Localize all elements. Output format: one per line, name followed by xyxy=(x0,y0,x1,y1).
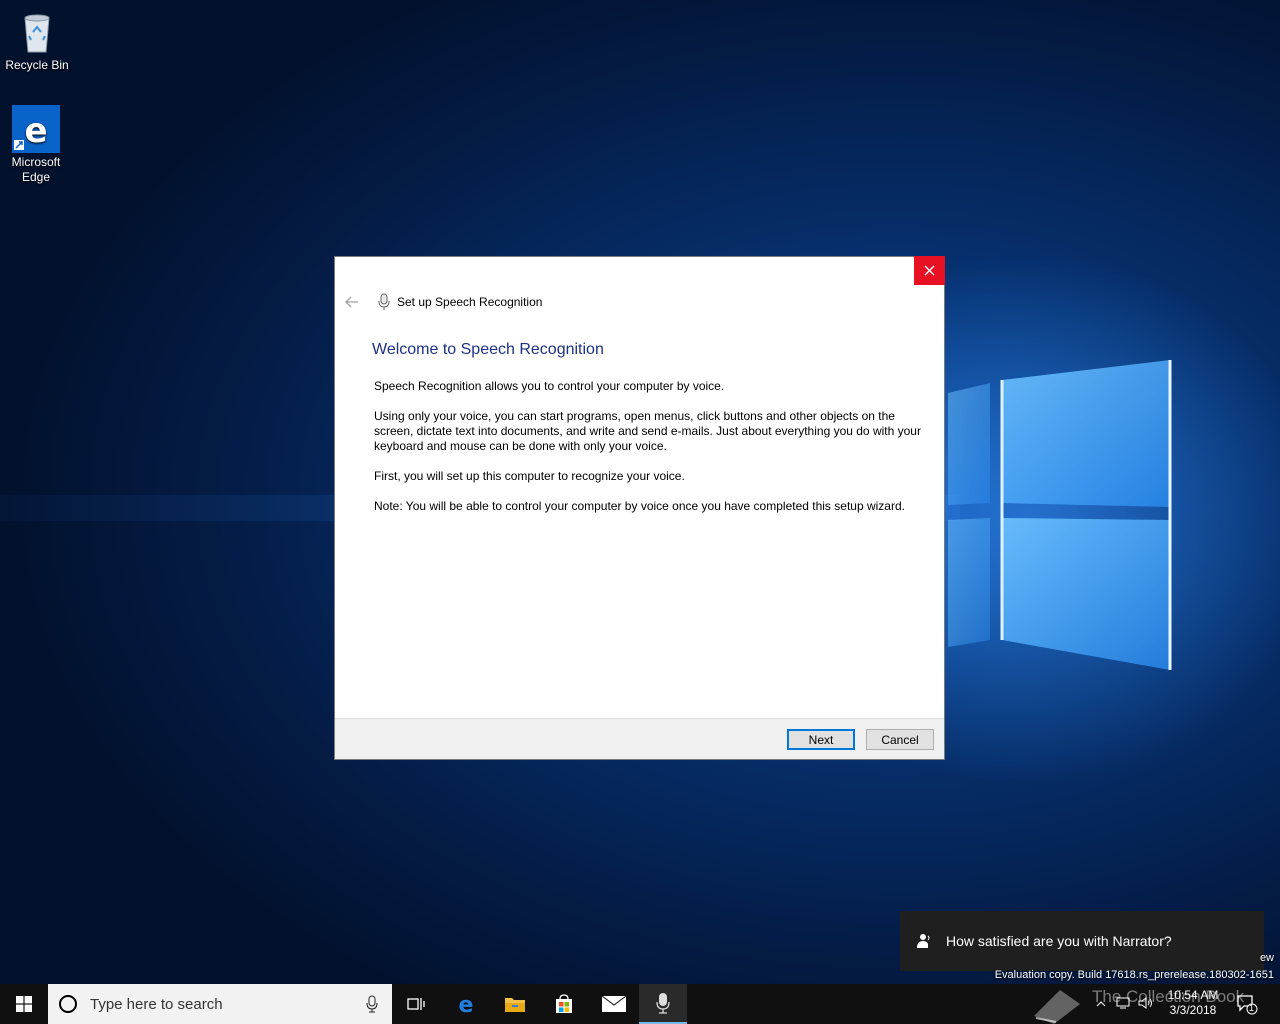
notification-icon xyxy=(1237,995,1258,1015)
collection-book-logo-icon xyxy=(1034,990,1080,1024)
show-hidden-icons-chevron-icon[interactable] xyxy=(1096,998,1106,1010)
task-view-icon xyxy=(407,998,425,1010)
svg-text:e: e xyxy=(459,993,474,1016)
cancel-button[interactable]: Cancel xyxy=(866,729,934,750)
mail-icon xyxy=(602,996,626,1012)
dialog-footer: Next Cancel xyxy=(335,718,944,759)
file-explorer-icon xyxy=(505,998,525,1012)
desktop-icon-microsoft-edge[interactable]: e Microsoft Edge xyxy=(1,105,71,185)
desktop-icon-recycle-bin[interactable]: Recycle Bin xyxy=(2,8,72,73)
watermark-line2: Evaluation copy. Build 17618.rs_prerelea… xyxy=(994,969,1274,981)
desktop-icon-label: Recycle Bin xyxy=(5,58,69,72)
tray-icons xyxy=(1096,984,1154,1024)
taskbar-file-explorer[interactable] xyxy=(491,984,539,1024)
edge-icon: e xyxy=(12,105,60,153)
svg-text:e: e xyxy=(24,111,47,151)
notification-count: 1 xyxy=(1249,1003,1255,1013)
taskbar-mail[interactable] xyxy=(590,984,638,1024)
clock-time: 10:54 AM xyxy=(1167,988,1219,1002)
desktop-icon-label: Microsoft Edge xyxy=(11,155,61,184)
watermark-line1: ew xyxy=(1259,952,1274,964)
paragraph: Using only your voice, you can start pro… xyxy=(374,409,921,453)
speech-setup-dialog: Set up Speech Recognition Welcome to Spe… xyxy=(334,256,945,760)
task-view-button[interactable] xyxy=(392,984,440,1024)
clock-date: 3/3/2018 xyxy=(1169,1003,1217,1017)
speech-recognition-icon xyxy=(656,993,670,1014)
windows-logo-wallpaper xyxy=(948,360,1172,670)
next-button[interactable]: Next xyxy=(787,729,855,750)
paragraph: First, you will set up this computer to … xyxy=(374,469,685,483)
search-microphone-icon[interactable] xyxy=(366,995,378,1013)
search-placeholder: Type here to search xyxy=(90,995,223,1013)
cortana-icon xyxy=(59,995,77,1013)
taskbar-speech-recognition[interactable] xyxy=(639,984,687,1024)
paragraph: Note: You will be able to control your c… xyxy=(374,499,905,513)
store-icon xyxy=(556,994,572,1013)
windows-start-icon xyxy=(16,996,32,1012)
taskbar-edge[interactable]: e xyxy=(442,984,490,1024)
clock[interactable]: 10:54 AM 3/3/2018 xyxy=(1162,988,1224,1018)
network-icon[interactable] xyxy=(1116,997,1130,1012)
action-center-button[interactable]: 1 xyxy=(1236,994,1258,1021)
toast-text: How satisfied are you with Narrator? xyxy=(946,933,1172,949)
paragraph: Speech Recognition allows you to control… xyxy=(374,379,725,393)
recycle-bin-icon xyxy=(24,14,50,53)
close-button[interactable] xyxy=(914,256,945,285)
edge-icon: e xyxy=(459,993,474,1016)
dialog-title: Set up Speech Recognition xyxy=(397,295,543,309)
close-icon xyxy=(924,265,935,276)
start-button[interactable] xyxy=(0,984,48,1024)
back-arrow-icon[interactable] xyxy=(341,291,363,313)
page-heading: Welcome to Speech Recognition xyxy=(372,341,604,358)
narrator-icon xyxy=(917,934,930,948)
dialog-nav: Set up Speech Recognition xyxy=(341,291,542,313)
taskbar-store[interactable] xyxy=(540,984,588,1024)
search-box[interactable]: Type here to search xyxy=(48,984,392,1024)
taskbar: Type here to search e The Collection Boo… xyxy=(0,984,1280,1024)
microphone-icon xyxy=(378,293,390,310)
volume-icon[interactable] xyxy=(1138,996,1154,1012)
narrator-toast[interactable]: How satisfied are you with Narrator? xyxy=(900,911,1264,971)
dialog-content: Speech Recognition allows you to control… xyxy=(374,379,924,529)
